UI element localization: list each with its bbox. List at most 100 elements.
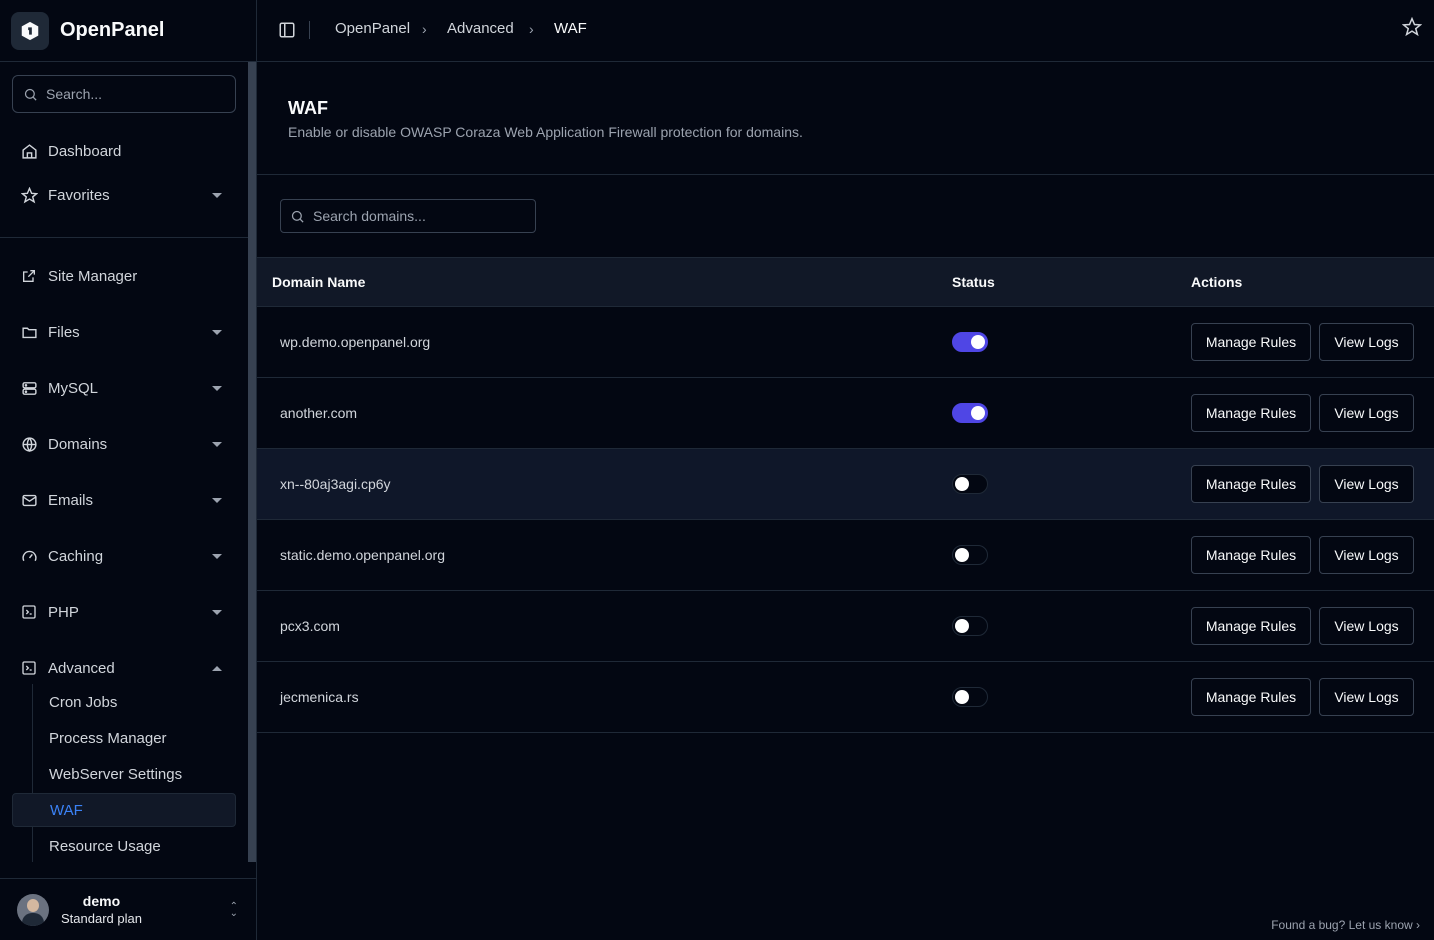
home-icon bbox=[20, 142, 38, 160]
chevron-down-icon bbox=[212, 610, 222, 615]
chevron-down-icon bbox=[212, 554, 222, 559]
gauge-icon bbox=[20, 547, 38, 565]
waf-toggle[interactable] bbox=[952, 687, 988, 707]
manage-rules-button[interactable]: Manage Rules bbox=[1191, 394, 1311, 432]
manage-rules-button[interactable]: Manage Rules bbox=[1191, 607, 1311, 645]
manage-rules-button[interactable]: Manage Rules bbox=[1191, 678, 1311, 716]
table-row: static.demo.openpanel.org Manage Rules V… bbox=[257, 520, 1434, 591]
waf-toggle[interactable] bbox=[952, 545, 988, 565]
table-row: wp.demo.openpanel.org Manage Rules View … bbox=[257, 307, 1434, 378]
sidebar-scrollbar[interactable] bbox=[248, 62, 256, 862]
waf-toggle[interactable] bbox=[952, 474, 988, 494]
domain-search[interactable] bbox=[280, 199, 536, 233]
sidebar-item-label: Files bbox=[48, 323, 80, 341]
waf-toggle[interactable] bbox=[952, 332, 988, 352]
chevron-down-icon bbox=[212, 386, 222, 391]
domain-name: xn--80aj3agi.cp6y bbox=[280, 476, 391, 492]
user-name: demo bbox=[82, 893, 121, 909]
column-header-status: Status bbox=[952, 274, 995, 290]
sidebar-subitem-webserver-settings[interactable]: WebServer Settings bbox=[12, 757, 236, 791]
breadcrumb-advanced[interactable]: Advanced bbox=[447, 20, 514, 37]
domain-name: static.demo.openpanel.org bbox=[280, 547, 445, 563]
chevron-up-icon bbox=[212, 666, 222, 671]
breadcrumb-chevron-icon: › bbox=[422, 21, 427, 37]
sidebar-item-label: Emails bbox=[48, 491, 94, 509]
sidebar-subitem-waf[interactable]: WAF bbox=[12, 793, 236, 827]
database-icon bbox=[20, 379, 38, 397]
chevron-down-icon bbox=[212, 498, 222, 503]
sidebar-subitem-resource-usage[interactable]: Resource Usage bbox=[12, 829, 236, 863]
user-plan: Standard plan bbox=[61, 911, 142, 926]
sidebar-item-mysql[interactable]: MySQL bbox=[12, 370, 236, 406]
waf-domains-table: Domain Name Status Actions wp.demo.openp… bbox=[257, 257, 1434, 733]
view-logs-button[interactable]: View Logs bbox=[1319, 536, 1414, 574]
page-description: Enable or disable OWASP Coraza Web Appli… bbox=[288, 124, 803, 140]
sidebar-item-php[interactable]: PHP bbox=[12, 594, 236, 630]
external-link-icon bbox=[20, 267, 38, 285]
app-name: OpenPanel bbox=[60, 19, 165, 41]
user-menu[interactable]: demo Standard plan ⌃ ⌄ bbox=[0, 878, 256, 940]
chevron-down-icon bbox=[212, 330, 222, 335]
sidebar-toggle-icon[interactable] bbox=[278, 21, 296, 39]
sidebar-item-label: Domains bbox=[48, 435, 108, 453]
chevrons-up-down-icon: ⌃ ⌄ bbox=[229, 901, 238, 919]
view-logs-button[interactable]: View Logs bbox=[1319, 394, 1414, 432]
column-header-actions: Actions bbox=[1191, 274, 1243, 290]
sidebar: OpenPanel Dashboard Favorites Site Manag… bbox=[0, 0, 257, 940]
view-logs-button[interactable]: View Logs bbox=[1319, 465, 1414, 503]
sidebar-item-files[interactable]: Files bbox=[12, 314, 236, 350]
sidebar-divider bbox=[0, 237, 248, 238]
sidebar-item-domains[interactable]: Domains bbox=[12, 426, 236, 462]
page-title: WAF bbox=[288, 98, 328, 118]
sidebar-item-label: Caching bbox=[48, 547, 104, 565]
sidebar-item-advanced[interactable]: Advanced bbox=[12, 650, 236, 686]
sidebar-search[interactable] bbox=[12, 75, 236, 113]
favorite-star-icon[interactable] bbox=[1402, 17, 1422, 37]
domain-name: wp.demo.openpanel.org bbox=[280, 334, 431, 350]
brand[interactable]: OpenPanel bbox=[0, 0, 256, 62]
waf-toggle[interactable] bbox=[952, 403, 988, 423]
search-icon bbox=[291, 210, 304, 223]
sidebar-item-site-manager[interactable]: Site Manager bbox=[12, 258, 236, 294]
waf-toggle[interactable] bbox=[952, 616, 988, 636]
breadcrumb-openpanel[interactable]: OpenPanel bbox=[335, 20, 410, 37]
sidebar-item-favorites[interactable]: Favorites bbox=[12, 177, 236, 213]
chevron-down-icon bbox=[212, 442, 222, 447]
domain-search-input[interactable] bbox=[313, 208, 523, 224]
sidebar-subitem-cron-jobs[interactable]: Cron Jobs bbox=[12, 685, 236, 719]
openpanel-logo-icon bbox=[11, 11, 49, 50]
sidebar-item-label: PHP bbox=[48, 603, 79, 621]
table-row: another.com Manage Rules View Logs bbox=[257, 378, 1434, 449]
topbar: OpenPanel › Advanced › WAF bbox=[257, 0, 1434, 62]
sidebar-item-emails[interactable]: Emails bbox=[12, 482, 236, 518]
folder-icon bbox=[20, 323, 38, 341]
sidebar-subitem-process-manager[interactable]: Process Manager bbox=[12, 721, 236, 755]
sidebar-item-label: Favorites bbox=[48, 186, 110, 204]
view-logs-button[interactable]: View Logs bbox=[1319, 323, 1414, 361]
mail-icon bbox=[20, 491, 38, 509]
chevron-down-icon bbox=[212, 193, 222, 198]
sidebar-item-label: Advanced bbox=[48, 659, 115, 677]
sidebar-search-input[interactable] bbox=[46, 86, 216, 102]
search-icon bbox=[24, 88, 37, 101]
page-header: WAF Enable or disable OWASP Coraza Web A… bbox=[257, 62, 1434, 175]
topbar-divider bbox=[309, 21, 310, 39]
manage-rules-button[interactable]: Manage Rules bbox=[1191, 323, 1311, 361]
sidebar-item-label: Site Manager bbox=[48, 267, 138, 285]
view-logs-button[interactable]: View Logs bbox=[1319, 678, 1414, 716]
manage-rules-button[interactable]: Manage Rules bbox=[1191, 465, 1311, 503]
sidebar-item-dashboard[interactable]: Dashboard bbox=[12, 133, 236, 169]
globe-www-icon bbox=[20, 435, 38, 453]
report-bug-link[interactable]: Found a bug? Let us know › bbox=[1271, 918, 1420, 932]
breadcrumb-chevron-icon: › bbox=[529, 21, 534, 37]
view-logs-button[interactable]: View Logs bbox=[1319, 607, 1414, 645]
domain-name: pcx3.com bbox=[280, 618, 340, 634]
sidebar-item-caching[interactable]: Caching bbox=[12, 538, 236, 574]
domain-name: another.com bbox=[280, 405, 358, 421]
report-bug-text: Found a bug? Let us know bbox=[1271, 918, 1413, 932]
manage-rules-button[interactable]: Manage Rules bbox=[1191, 536, 1311, 574]
table-row: pcx3.com Manage Rules View Logs bbox=[257, 591, 1434, 662]
table-row: jecmenica.rs Manage Rules View Logs bbox=[257, 662, 1434, 733]
sidebar-item-label: MySQL bbox=[48, 379, 99, 397]
column-header-domain: Domain Name bbox=[272, 274, 366, 290]
